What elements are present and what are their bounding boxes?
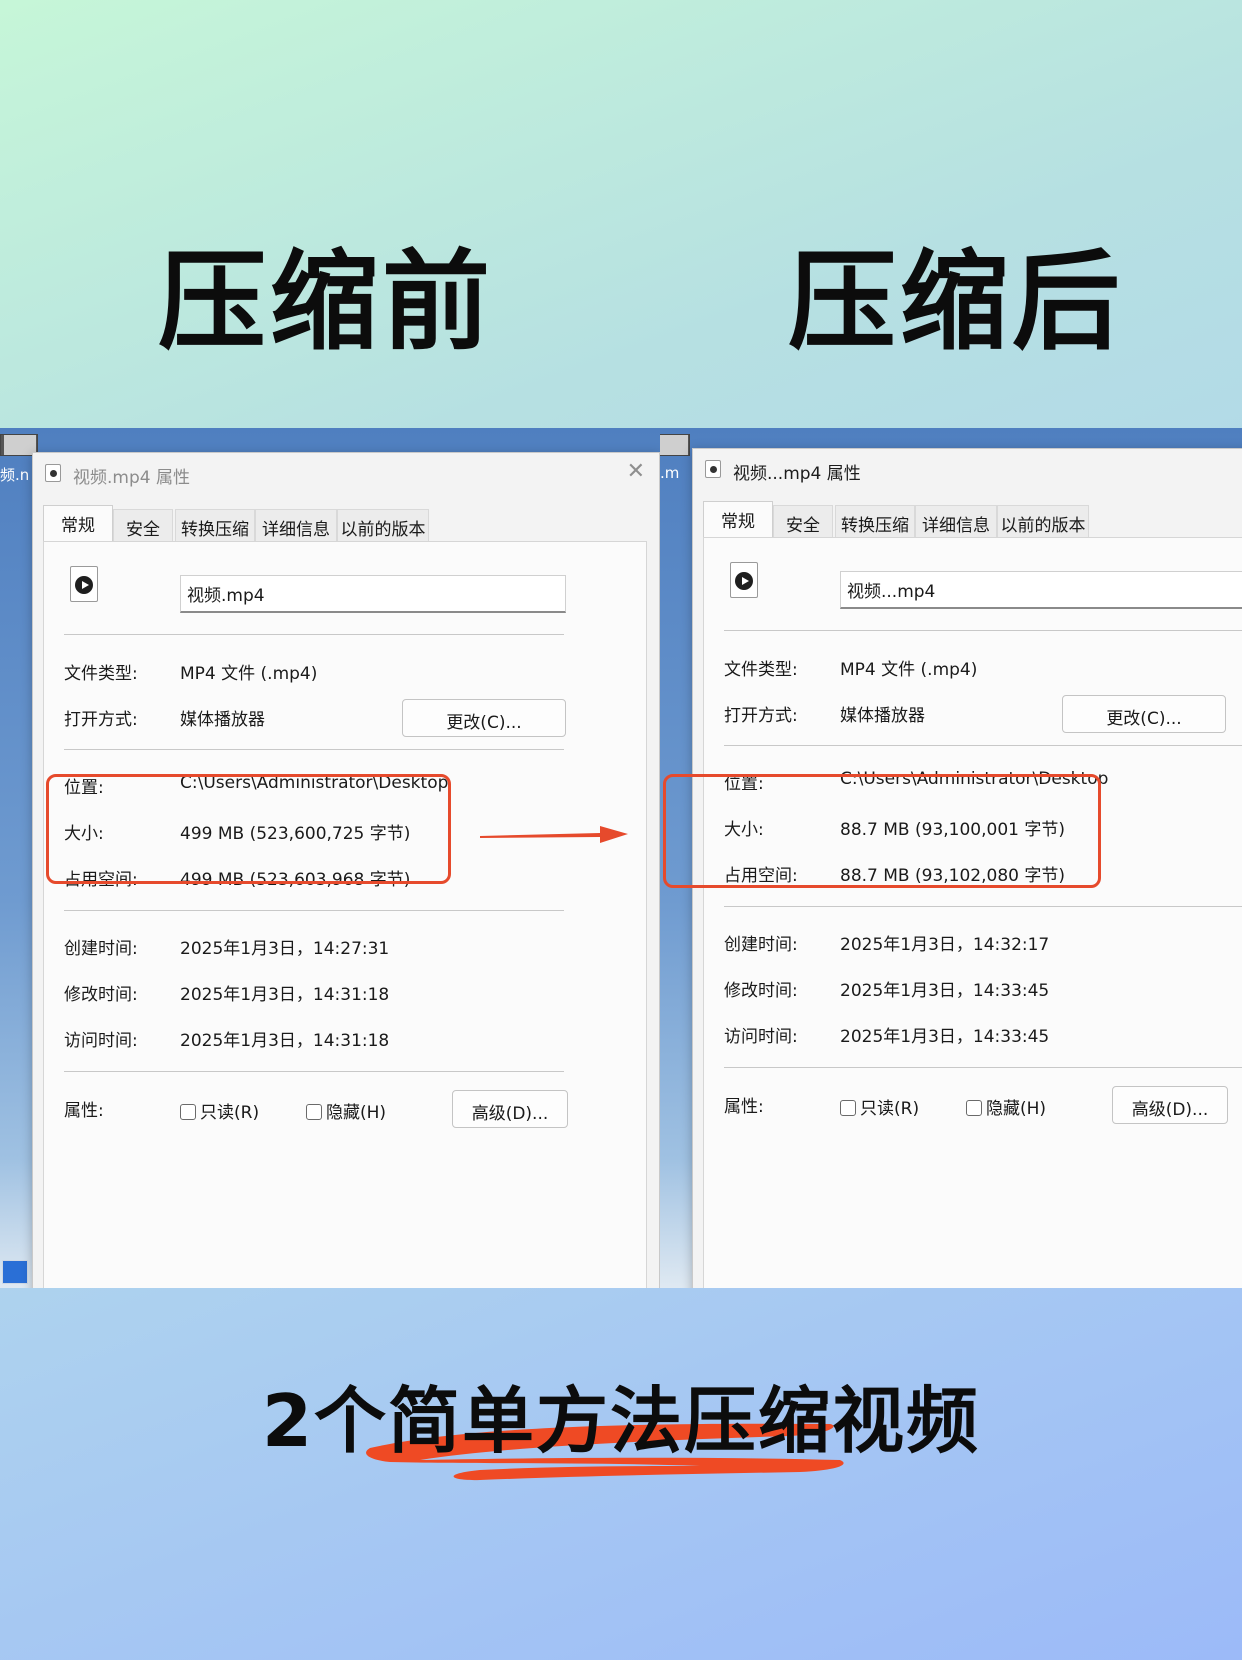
change-button[interactable]: 更改(C)... — [402, 699, 566, 737]
created-label: 创建时间: — [64, 939, 138, 959]
hidden-checkbox[interactable]: 隐藏(H) — [966, 1094, 1046, 1119]
tab-security[interactable]: 安全 — [773, 505, 833, 537]
dialog-title: 视频.mp4 属性 — [73, 468, 190, 488]
readonly-label: 只读(R) — [860, 1099, 920, 1119]
tab-details[interactable]: 详细信息 — [915, 505, 997, 537]
tab-convert-compress[interactable]: 转换压缩 — [835, 505, 915, 537]
open-with-value: 媒体播放器 — [180, 710, 265, 730]
tab-details[interactable]: 详细信息 — [255, 509, 337, 541]
title-bar[interactable]: 视频.mp4 属性 ✕ — [33, 453, 659, 493]
footer-title: 2个简单方法压缩视频 — [261, 1379, 981, 1463]
divider — [724, 745, 1242, 746]
divider — [64, 1071, 564, 1072]
divider — [64, 910, 564, 911]
open-with-value: 媒体播放器 — [840, 706, 925, 726]
hidden-checkbox[interactable]: 隐藏(H) — [306, 1098, 386, 1123]
divider — [64, 634, 564, 635]
heading-after-compression: 压缩后 — [788, 240, 1125, 365]
video-file-icon — [45, 464, 61, 482]
created-label: 创建时间: — [724, 935, 798, 955]
change-button[interactable]: 更改(C)... — [1062, 695, 1226, 733]
divider — [724, 906, 1242, 907]
tab-convert-compress[interactable]: 转换压缩 — [175, 509, 255, 541]
tab-general[interactable]: 常规 — [703, 501, 773, 537]
file-type-value: MP4 文件 (.mp4) — [180, 664, 318, 684]
attributes-label: 属性: — [64, 1101, 104, 1121]
file-type-value: MP4 文件 (.mp4) — [840, 660, 978, 680]
advanced-button[interactable]: 高级(D)... — [452, 1090, 568, 1128]
accessed-label: 访问时间: — [724, 1027, 798, 1047]
attributes-label: 属性: — [724, 1097, 764, 1117]
filename-input[interactable] — [180, 575, 566, 613]
modified-label: 修改时间: — [64, 985, 138, 1005]
modified-label: 修改时间: — [724, 981, 798, 1001]
open-with-label: 打开方式: — [724, 706, 798, 726]
checkbox-box[interactable] — [840, 1100, 856, 1116]
arrow-right-icon — [480, 826, 628, 843]
filename-input[interactable] — [840, 571, 1242, 609]
title-bar[interactable]: 视频...mp4 属性 — [693, 449, 1242, 489]
modified-value: 2025年1月3日，14:33:45 — [840, 981, 1050, 1001]
checkbox-box[interactable] — [180, 1104, 196, 1120]
video-file-icon — [730, 562, 758, 598]
readonly-checkbox[interactable]: 只读(R) — [180, 1098, 259, 1123]
size-highlight-box-before — [46, 774, 451, 884]
created-value: 2025年1月3日，14:32:17 — [840, 935, 1050, 955]
readonly-checkbox[interactable]: 只读(R) — [840, 1094, 919, 1119]
open-with-label: 打开方式: — [64, 710, 138, 730]
dialog-title: 视频...mp4 属性 — [733, 464, 861, 484]
video-file-icon — [705, 460, 721, 478]
readonly-label: 只读(R) — [200, 1103, 260, 1123]
created-value: 2025年1月3日，14:27:31 — [180, 939, 390, 959]
general-panel: 文件类型: MP4 文件 (.mp4) 打开方式: 媒体播放器 更改(C)...… — [703, 537, 1242, 1288]
tab-security[interactable]: 安全 — [113, 509, 173, 541]
hidden-label: 隐藏(H) — [986, 1099, 1047, 1119]
hidden-label: 隐藏(H) — [326, 1103, 387, 1123]
accessed-value: 2025年1月3日，14:33:45 — [840, 1027, 1050, 1047]
divider — [724, 630, 1242, 631]
video-file-icon — [70, 566, 98, 602]
close-icon[interactable]: ✕ — [627, 459, 645, 484]
desktop-video-icon[interactable] — [660, 434, 690, 456]
file-type-label: 文件类型: — [724, 660, 798, 680]
tab-general[interactable]: 常规 — [43, 505, 113, 541]
size-highlight-box-after — [663, 774, 1101, 888]
accessed-label: 访问时间: — [64, 1031, 138, 1051]
file-type-label: 文件类型: — [64, 664, 138, 684]
divider — [64, 749, 564, 750]
taskbar-app-icon[interactable] — [2, 1260, 28, 1284]
divider — [724, 1067, 1242, 1068]
desktop-icon-label: .m — [660, 464, 680, 482]
checkbox-box[interactable] — [306, 1104, 322, 1120]
accessed-value: 2025年1月3日，14:31:18 — [180, 1031, 390, 1051]
advanced-button[interactable]: 高级(D)... — [1112, 1086, 1228, 1124]
general-panel: 文件类型: MP4 文件 (.mp4) 打开方式: 媒体播放器 更改(C)...… — [43, 541, 647, 1288]
checkbox-box[interactable] — [966, 1100, 982, 1116]
tab-previous-versions[interactable]: 以前的版本 — [997, 505, 1089, 537]
modified-value: 2025年1月3日，14:31:18 — [180, 985, 390, 1005]
desktop-icon-label: 频.n — [0, 466, 30, 484]
heading-before-compression: 压缩前 — [158, 240, 495, 365]
tab-previous-versions[interactable]: 以前的版本 — [337, 509, 429, 541]
